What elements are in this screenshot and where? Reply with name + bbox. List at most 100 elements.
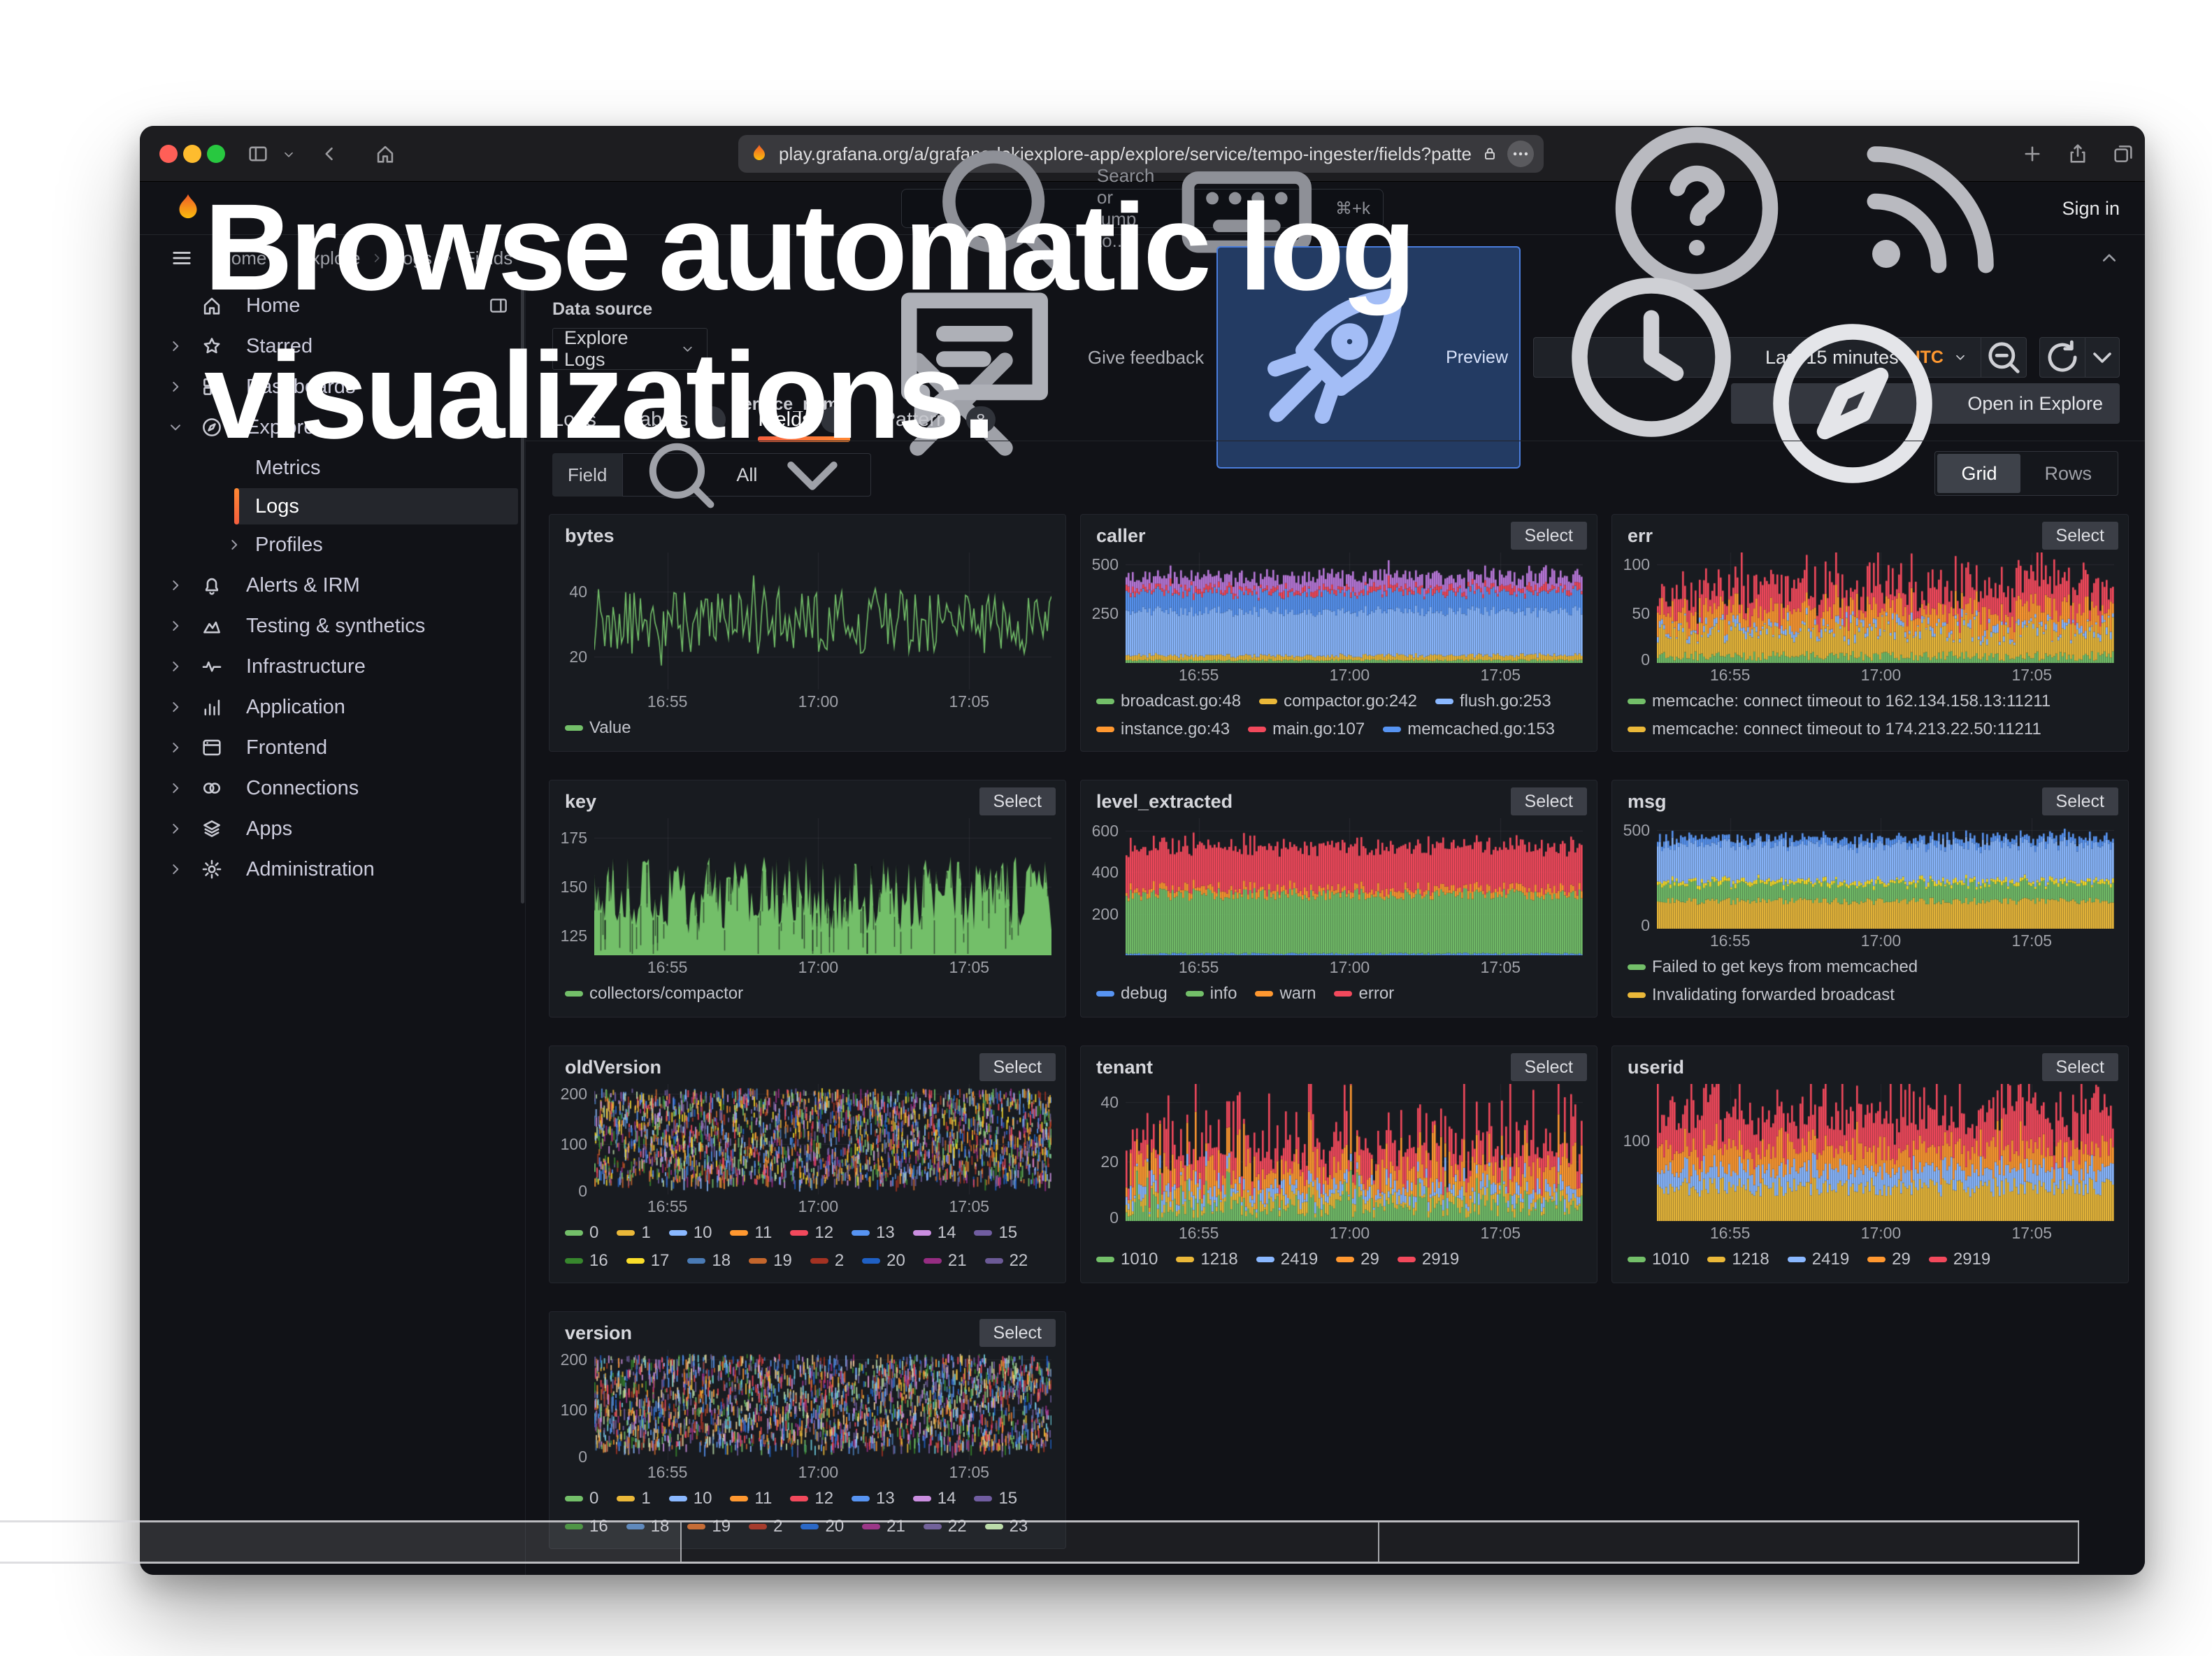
browser-home-icon[interactable] [373, 142, 397, 166]
breadcrumb-item-fields[interactable]: Fields [464, 248, 512, 269]
chevron-right-icon[interactable] [225, 536, 243, 554]
select-button[interactable]: Select [979, 1319, 1056, 1347]
page-options-icon[interactable] [1507, 141, 1534, 167]
legend-item[interactable]: compactor.go:242 [1259, 688, 1417, 715]
chart-err[interactable] [1657, 552, 2114, 663]
breadcrumb-item-logs[interactable]: Logs [393, 248, 432, 269]
sidebar-item-infrastructure[interactable]: Infrastructure [140, 646, 525, 687]
chart-caller[interactable] [1126, 552, 1583, 663]
legend-item[interactable]: 1010 [1096, 1246, 1158, 1271]
legend-item[interactable]: 17 [626, 1248, 670, 1274]
refresh-interval-button[interactable] [2085, 338, 2119, 377]
legend-item[interactable]: 13 [852, 1485, 895, 1512]
legend-item[interactable]: 20 [862, 1248, 905, 1274]
select-button[interactable]: Select [1511, 787, 1587, 815]
chevron-right-icon[interactable] [166, 657, 185, 676]
legend-item[interactable]: 1010 [1628, 1246, 1689, 1271]
share-icon[interactable] [2066, 142, 2090, 166]
legend-item[interactable]: 23 [985, 1513, 1028, 1540]
legend-item[interactable]: collectors/compactor [565, 980, 743, 1006]
legend-item[interactable]: 0 [565, 1220, 598, 1246]
legend-item[interactable]: 12 [790, 1220, 833, 1246]
legend-item[interactable]: memcache: connect timeout to 162.134.158… [1628, 688, 2051, 715]
legend-item[interactable]: 21 [862, 1513, 905, 1540]
legend-item[interactable]: Value [565, 715, 631, 740]
select-button[interactable]: Select [979, 1053, 1056, 1081]
view-toggle-rows[interactable]: Rows [2020, 454, 2116, 493]
legend-item[interactable]: Failed to get keys from memcached [1628, 954, 1918, 980]
chevron-right-icon[interactable] [166, 378, 185, 396]
legend-item[interactable]: warn [1255, 980, 1316, 1006]
legend-item[interactable]: main.go:107 [1248, 716, 1365, 743]
legend-item[interactable]: error [1334, 980, 1394, 1006]
menu-icon[interactable] [169, 245, 194, 271]
legend-item[interactable]: 10 [669, 1485, 712, 1512]
legend-item[interactable]: 2919 [1929, 1246, 1990, 1271]
legend-item[interactable]: 2 [810, 1248, 844, 1274]
chevron-down-icon[interactable] [281, 147, 296, 162]
legend-item[interactable]: 29 [1336, 1246, 1379, 1271]
sidebar-item-administration[interactable]: Administration [140, 849, 525, 890]
sidebar-item-explore[interactable]: Explore [140, 407, 525, 448]
chart-level_extracted[interactable] [1126, 818, 1583, 955]
open-in-explore-button[interactable]: Open in Explore [1731, 383, 2120, 424]
grafana-logo[interactable] [171, 191, 206, 226]
sidebar-item-dashboards[interactable]: Dashboards [140, 366, 525, 407]
chevron-right-icon[interactable] [166, 337, 185, 355]
sidebar-item-connections[interactable]: Connections [140, 768, 525, 808]
legend-item[interactable]: memcached.go:153 [1383, 716, 1555, 743]
legend-item[interactable]: 20 [800, 1513, 844, 1540]
chevron-right-icon[interactable] [166, 698, 185, 716]
legend-item[interactable]: 16 [565, 1513, 608, 1540]
search-input[interactable]: Search or jump to... ⌘+k [901, 189, 1384, 228]
legend-item[interactable]: flush.go:253 [1435, 688, 1551, 715]
legend-item[interactable]: 2419 [1788, 1246, 1849, 1271]
legend-item[interactable]: 19 [687, 1513, 731, 1540]
dock-sidebar-icon[interactable] [487, 294, 510, 317]
zoom-out-button[interactable] [1981, 338, 2026, 377]
select-button[interactable]: Select [2042, 787, 2118, 815]
chart-bytes[interactable] [594, 552, 1051, 690]
data-source-select[interactable]: Explore Logs [552, 328, 708, 370]
select-button[interactable]: Select [979, 787, 1056, 815]
sidebar-item-starred[interactable]: Starred [140, 326, 525, 366]
traffic-light-zoom[interactable] [207, 145, 225, 163]
sidebar-item-apps[interactable]: Apps [140, 808, 525, 849]
tab-patterns[interactable]: Patterns8 [882, 404, 996, 435]
legend-item[interactable]: 22 [924, 1513, 967, 1540]
sidebar-item-home[interactable]: Home [140, 285, 525, 326]
select-button[interactable]: Select [2042, 522, 2118, 550]
legend-item[interactable]: 2419 [1256, 1246, 1318, 1271]
legend-item[interactable]: 18 [687, 1248, 731, 1274]
chevron-right-icon[interactable] [166, 820, 185, 838]
legend-item[interactable]: 29 [1867, 1246, 1911, 1271]
legend-item[interactable]: Invalidating forwarded broadcast [1628, 982, 1895, 1008]
tab-overview-icon[interactable] [2111, 142, 2135, 166]
legend-item[interactable]: broadcast.go:48 [1096, 688, 1241, 715]
preview-badge[interactable]: Preview [1216, 246, 1521, 469]
breadcrumb-item-home[interactable]: Home [218, 248, 266, 269]
sidebar-item-testing-synthetics[interactable]: Testing & synthetics [140, 606, 525, 646]
sidebar-item-frontend[interactable]: Frontend [140, 727, 525, 768]
chevron-right-icon[interactable] [166, 738, 185, 757]
sidebar-item-profiles[interactable]: Profiles [140, 524, 525, 565]
refresh-button[interactable] [2040, 338, 2085, 377]
browser-sidebar-toggle-icon[interactable] [246, 142, 270, 166]
chart-version[interactable] [594, 1350, 1051, 1460]
sidebar-item-logs[interactable]: Logs [234, 488, 518, 524]
legend-item[interactable]: 21 [924, 1248, 967, 1274]
chart-key[interactable] [594, 818, 1051, 955]
tab-logs[interactable]: Logs [552, 404, 596, 435]
legend-item[interactable]: 2919 [1398, 1246, 1459, 1271]
legend-item[interactable]: 11 [730, 1485, 772, 1512]
legend-item[interactable]: instance.go:43 [1096, 716, 1230, 743]
view-toggle-grid[interactable]: Grid [1937, 454, 2020, 493]
traffic-light-minimize[interactable] [183, 145, 201, 163]
sidebar-item-alerts-irm[interactable]: Alerts & IRM [140, 565, 525, 606]
legend-item[interactable]: 14 [913, 1485, 956, 1512]
legend-item[interactable]: info [1186, 980, 1237, 1006]
legend-item[interactable]: 10 [669, 1220, 712, 1246]
chevron-right-icon[interactable] [166, 779, 185, 797]
legend-item[interactable]: 22 [985, 1248, 1028, 1274]
legend-item[interactable]: 1218 [1707, 1246, 1769, 1271]
